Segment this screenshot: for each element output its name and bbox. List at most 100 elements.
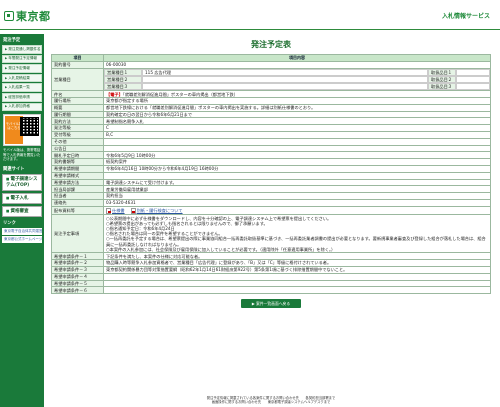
contact-value: 03-5320-4631	[103, 198, 491, 207]
table-row: その他	[51, 137, 491, 146]
table-row: 連絡先 03-5320-4631	[51, 198, 491, 207]
file-item[interactable]: 別紙・履行検査について	[130, 208, 183, 215]
sub-label: 取扱品目３	[428, 83, 456, 91]
location-value: 東京都が指定する場所	[103, 97, 491, 105]
requirement-value	[103, 279, 491, 288]
sidebar-section-title: 発注予定	[3, 38, 21, 43]
sidebar-link-qualification[interactable]: 入札参加資格	[2, 102, 42, 112]
requirement-value	[103, 272, 491, 281]
sub-label: 取扱品目２	[428, 75, 456, 83]
subject-value: 「就職差別解消促進月間」ポスターの車内掲出（都営地下鉄）	[122, 91, 238, 97]
sidebar-link-bid-results[interactable]: 入札見積結果	[2, 73, 42, 83]
table-row: 希望申請条件－３ 東京都契約関係暴力団等対策措置要綱（昭和62年1月14日61財…	[51, 265, 491, 274]
reception-grade-value: B,C	[103, 130, 491, 139]
apply-method-value: 電子調達システムにて受け付けます。	[103, 178, 491, 187]
row-label: 公告日	[51, 144, 104, 153]
sidebar-link-tokyo-official[interactable]: 東京都公式ホームページ	[2, 235, 42, 243]
table-row: 担当局部課 産業労働局雇用就業部	[51, 185, 491, 194]
table-row: 担当者 契約担当	[51, 192, 491, 200]
period-value: 契約確定の日の翌日から令和6年6月21日まで	[103, 110, 491, 119]
requirement-value: 下記条件を満たし、本案件の仕様に対応可能な者。	[103, 252, 491, 261]
table-row: 公告日	[51, 144, 491, 153]
table-row: 件名 【電子】「就職差別解消促進月間」ポスターの車内掲出（都営地下鉄）	[51, 90, 491, 98]
sub-label: 取扱品目１	[428, 68, 456, 76]
condition-line: ○本案件の入札参加には、社会保険及び雇用保険に加入していることが必要です。（適用…	[106, 246, 336, 252]
open-date-value: 令和6年5月9日 10時00分	[103, 151, 491, 160]
row-label: 希望申請条件－２	[51, 259, 104, 267]
row-label: 配布資料等	[51, 205, 104, 216]
method-value: 希望制指名競争入札	[103, 117, 491, 126]
table-row: 希望申請条件－１ 下記条件を満たし、本案件の仕様に対応可能な者。	[51, 252, 491, 261]
sub-label: 営業種目１	[104, 68, 142, 76]
sidebar-section-title-links: リンク	[3, 220, 16, 226]
table-row: 発注予定事項 ○公表期間中に必ず仕様書をダウンロードし、内容を十分確認の上、電子…	[51, 214, 491, 254]
apply-period-value: 令和6年4月16日 10時00分から令和6年4月19日 16時00分	[103, 164, 491, 173]
order-plan-table: 項目 項目内容 契約番号 06-00030 営業種目 営業種目１ 115 広告代…	[51, 54, 491, 295]
sidebar-link-outlook[interactable]: 発注見通し掲載件名	[2, 45, 42, 54]
row-label: 発注予定事項	[51, 214, 104, 254]
sidebar: 発注予定 発注見通し掲載件名 年間発注予定情報 発注予定情報 入札見積結果 入札…	[0, 34, 44, 407]
spec-file-link[interactable]: 仕様書	[112, 208, 125, 213]
table-row: 履行期間 契約確定の日の翌日から令和6年6月21日まで	[51, 110, 491, 119]
qr-code-icon	[20, 117, 39, 137]
column-header-content: 項目内容	[103, 54, 491, 62]
row-label: 希望申請条件－６	[51, 286, 104, 295]
sidebar-link-result-list[interactable]: 入札結果一覧	[2, 83, 42, 92]
row-label: 発注等級	[51, 124, 104, 132]
row-label: 契約書類等	[51, 158, 104, 166]
row-label: 希望申請条件－３	[51, 265, 104, 274]
mobile-version-banner[interactable]: モバイル版はこちら	[3, 114, 41, 147]
grade-value: C	[103, 124, 491, 132]
sidebar-link-annual-plan[interactable]: 年間発注予定情報	[2, 54, 42, 64]
row-label: 希望申請条件－４	[51, 272, 104, 281]
subject-cell: 【電子】「就職差別解消促進月間」ポスターの車内掲出（都営地下鉄）	[103, 90, 491, 98]
sidebar-link-joint-operation[interactable]: 東京電子自治体共同運営	[2, 227, 42, 235]
person-value: 契約担当	[103, 192, 491, 200]
table-row: 希望申請様式	[51, 171, 491, 180]
business-category-value	[142, 75, 428, 83]
business-category-row: 営業種目３ 取扱品目３	[104, 83, 490, 91]
requirement-value: 物品購入時等競争入札参加資格者で、営業種目「広告代理」に登録があり、「B」又は「…	[103, 259, 491, 267]
attachment-file-link[interactable]: 別紙・履行検査について	[137, 208, 183, 213]
contract-number: 06-00030	[103, 60, 491, 69]
sidebar-section-title-related: 関連サイト	[3, 166, 25, 172]
row-label: 希望申請方法	[51, 178, 104, 187]
table-row: 開札予定日時 令和6年5月9日 10時00分	[51, 151, 491, 160]
business-category-cell: 営業種目１ 115 広告代理 取扱品目１ 営業種目２ 取扱品目２ 営業種目３ 取…	[103, 67, 491, 92]
e-procurement-top-button[interactable]: 電子調達システム(TOP)	[2, 173, 42, 191]
item-value	[456, 68, 490, 76]
business-category-row: 営業種目２ 取扱品目２	[104, 75, 490, 83]
business-category-value	[142, 83, 428, 91]
logo-text: 東京都	[16, 10, 51, 23]
department-value: 産業労働局雇用就業部	[103, 185, 491, 194]
row-label: 希望申請期間	[51, 164, 104, 173]
page-header: 東京都 入札情報サービス	[0, 0, 500, 30]
tokyo-logo[interactable]: 東京都	[4, 8, 51, 24]
e-bidding-button[interactable]: 電子入札	[2, 192, 42, 204]
table-row: 希望申請条件－２ 物品購入時等競争入札参加資格者で、営業種目「広告代理」に登録が…	[51, 259, 491, 267]
table-row: 発注等級 C	[51, 124, 491, 132]
tokyo-logo-mark-icon	[4, 11, 14, 21]
row-label: 担当局部課	[51, 185, 104, 194]
requirement-value	[103, 286, 491, 295]
row-label: 希望申請条件－５	[51, 279, 104, 288]
row-label: 契約方法	[51, 117, 104, 126]
sidebar-link-order-plan[interactable]: 発注予定情報	[2, 64, 42, 73]
business-category-value: 115 広告代理	[142, 68, 428, 76]
row-label: その他	[51, 137, 104, 146]
qualification-review-button[interactable]: 資格審査	[2, 205, 42, 217]
pdf-file-icon	[130, 208, 136, 215]
conditions-cell: ○公表期間中に必ず仕様書をダウンロードし、内容を十分確認の上、電子調達システム上…	[103, 214, 491, 254]
back-to-list-button[interactable]: ▶ 案件一覧画面へ戻る	[241, 299, 301, 309]
table-row: 契約番号 06-00030	[51, 60, 491, 69]
row-label: 件名	[51, 90, 104, 98]
row-label: 担当者	[51, 192, 104, 200]
table-header-row: 項目 項目内容	[51, 54, 491, 62]
electronic-tag: 【電子】	[106, 91, 123, 97]
footer-helpdesk-line: 画面操作に関するお問い合わせ先 東京都電子調達システムヘルプデスクまで	[211, 400, 331, 405]
row-label: 履行期間	[51, 110, 104, 119]
sidebar-link-evaluation[interactable]: 経営評価申請	[2, 92, 42, 102]
table-row: 希望申請条件－６	[51, 286, 491, 295]
file-item[interactable]: 仕様書	[106, 208, 125, 215]
contract-document-value: 紙契約案件	[103, 158, 491, 166]
